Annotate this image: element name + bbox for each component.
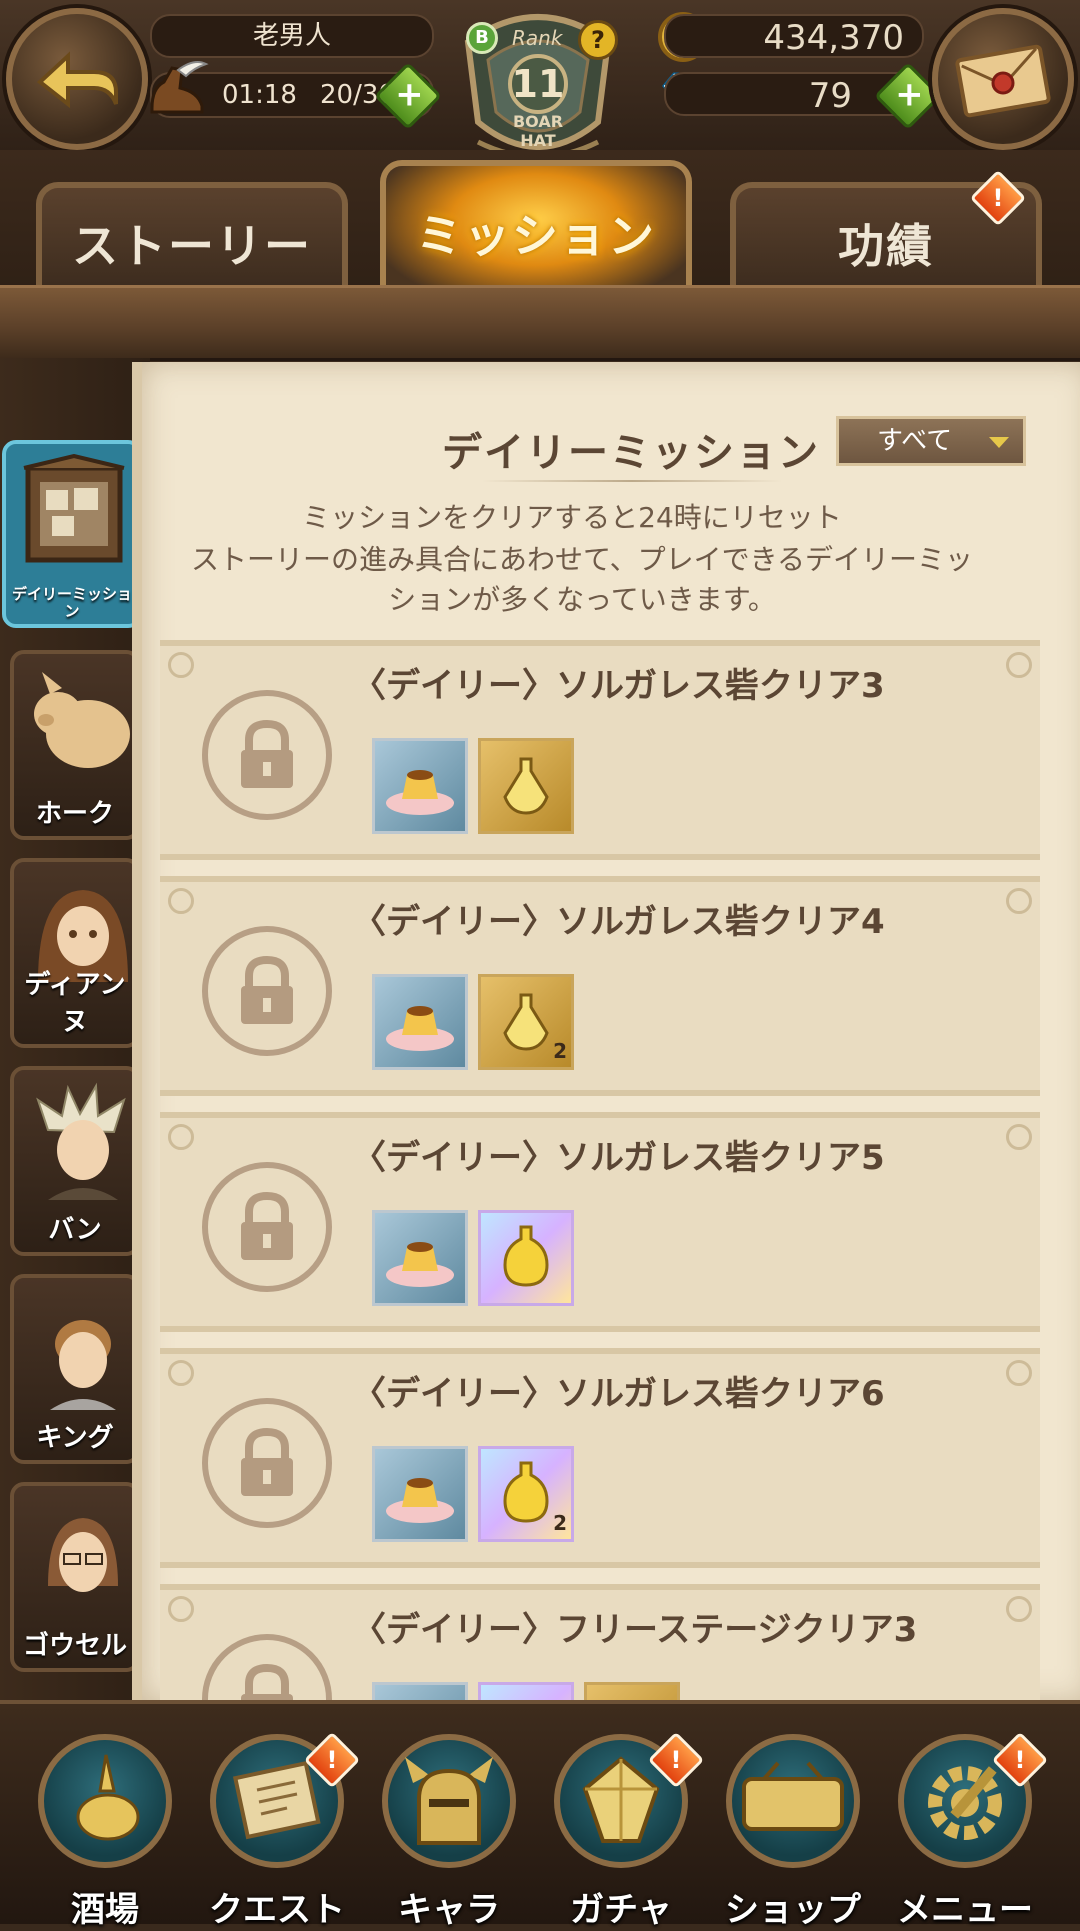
mission-title: 〈デイリー〉ソルガレス砦クリア5 xyxy=(352,1138,885,1178)
pudding-reward-icon[interactable] xyxy=(372,1210,468,1306)
nav-quest[interactable]: ! クエスト xyxy=(202,1731,361,1930)
sidebar-label: キング xyxy=(36,1423,114,1453)
filter-dropdown[interactable]: すべて xyxy=(836,416,1026,466)
rainbow-potion-reward-icon[interactable] xyxy=(478,1210,574,1306)
mission-title: 〈デイリー〉ソルガレス砦クリア4 xyxy=(352,902,885,942)
bottom-navigation: 酒場 ! クエスト キャラ ! ガチャ ショップ ! メニュー xyxy=(0,1700,1080,1930)
nav-label: ショップ xyxy=(725,1890,861,1930)
sidebar-item-king[interactable]: キング xyxy=(10,1274,140,1464)
sidebar-label: ホーク xyxy=(35,799,114,829)
nav-tavern[interactable]: 酒場 xyxy=(30,1734,180,1930)
character-portrait xyxy=(50,1320,116,1410)
pig-portrait xyxy=(34,672,130,768)
rank-emblem[interactable]: Rank 11 BOAR HAT B ? xyxy=(448,2,628,172)
stamina-timer: 01:18 xyxy=(222,80,297,110)
back-arrow-icon xyxy=(36,51,118,109)
panel-description-line1: ミッションをクリアすると24時にリセット xyxy=(302,501,842,534)
sidebar-label: デイリーミッション xyxy=(11,585,132,620)
helmet-icon xyxy=(382,1734,516,1868)
winged-boot-icon xyxy=(150,61,209,114)
rank-label: Rank xyxy=(512,26,563,50)
sidebar-label: ゴウセル xyxy=(22,1631,127,1661)
sidebar-label: ディアンヌ xyxy=(24,970,126,1037)
lock-icon xyxy=(202,1398,332,1528)
nav-characters[interactable]: キャラ xyxy=(374,1734,524,1930)
rainbow-potion-reward-icon[interactable] xyxy=(478,1682,574,1702)
nav-label: クエスト xyxy=(209,1890,345,1930)
sidebar-item-daily-mission[interactable]: デイリーミッション xyxy=(2,440,142,628)
nav-label: キャラ xyxy=(398,1890,500,1930)
panel-title: デイリーミッション xyxy=(442,430,820,476)
nav-menu[interactable]: ! メニュー xyxy=(890,1731,1049,1930)
gold-potion-reward-icon[interactable] xyxy=(478,738,574,834)
rank-b-badge: B xyxy=(466,22,498,54)
rank-value: 11 xyxy=(511,62,565,106)
help-icon[interactable]: ? xyxy=(578,20,618,60)
tavern-icon xyxy=(38,1734,172,1868)
reward-quantity: 2 xyxy=(553,1511,567,1535)
top-status-bar: 老男人 01:18 20/30 + Rank 11 BOAR HAT B ? 4… xyxy=(0,0,1080,160)
pudding-reward-icon[interactable] xyxy=(372,1682,468,1702)
tab-story[interactable]: ストーリー xyxy=(36,182,348,298)
gold-amount: 434,370 xyxy=(664,14,924,58)
title-divider xyxy=(482,480,782,482)
gold-potion-reward-icon[interactable] xyxy=(584,1682,680,1702)
nav-gacha[interactable]: ! ガチャ xyxy=(546,1731,705,1930)
nav-label: 酒場 xyxy=(71,1890,139,1930)
panel-description-line2: ストーリーの進み具合にあわせて、プレイできるデイリーミッションが多くなっていきま… xyxy=(190,543,974,616)
sidebar-item-hawk[interactable]: ホーク xyxy=(10,650,140,840)
rainbow-potion-reward-icon[interactable]: 2 xyxy=(478,1446,574,1542)
lock-icon xyxy=(202,926,332,1056)
reward-quantity: 2 xyxy=(553,1039,567,1063)
tab-mission[interactable]: ミッション xyxy=(380,160,692,300)
mission-card[interactable]: 〈デイリー〉ソルガレス砦クリア6 2 xyxy=(160,1348,1040,1568)
player-name: 老男人 xyxy=(150,14,434,58)
mission-card[interactable]: 〈デイリー〉ソルガレス砦クリア4 2 xyxy=(160,876,1040,1096)
lock-icon xyxy=(202,1634,332,1702)
sidebar-item-diane[interactable]: ディアンヌ xyxy=(10,858,140,1048)
mission-card[interactable]: 〈デイリー〉フリーステージクリア3 xyxy=(160,1584,1040,1702)
filter-label: すべて xyxy=(877,426,953,456)
pudding-reward-icon[interactable] xyxy=(372,1446,468,1542)
character-portrait xyxy=(48,1518,118,1592)
dropdown-triangle-icon xyxy=(989,437,1009,448)
mission-board-icon xyxy=(23,454,125,563)
pudding-reward-icon[interactable] xyxy=(372,974,468,1070)
sidebar-item-ban[interactable]: バン xyxy=(10,1066,140,1256)
mail-button[interactable] xyxy=(932,8,1074,150)
nav-label: ガチャ xyxy=(570,1890,672,1930)
character-portrait xyxy=(36,1082,126,1200)
envelope-icon xyxy=(955,44,1051,118)
pudding-reward-icon[interactable] xyxy=(372,738,468,834)
lock-icon xyxy=(202,690,332,820)
nav-label: メニュー xyxy=(897,1890,1033,1930)
gold-potion-reward-icon[interactable]: 2 xyxy=(478,974,574,1070)
tab-achievements-label: 功績 xyxy=(838,219,934,273)
sidebar-label: バン xyxy=(48,1215,102,1245)
shop-sign-icon xyxy=(726,1734,860,1868)
mission-card[interactable]: 〈デイリー〉ソルガレス砦クリア3 xyxy=(160,640,1040,860)
mission-title: 〈デイリー〉ソルガレス砦クリア3 xyxy=(352,666,885,706)
lock-icon xyxy=(202,1162,332,1292)
back-button[interactable] xyxy=(6,8,148,150)
rank-title: BOAR HAT xyxy=(512,112,564,150)
nav-shop[interactable]: ショップ xyxy=(718,1734,868,1930)
wooden-shelf xyxy=(0,285,1080,361)
mission-card[interactable]: 〈デイリー〉ソルガレス砦クリア5 xyxy=(160,1112,1040,1332)
sidebar-item-gowther[interactable]: ゴウセル xyxy=(10,1482,140,1672)
mission-title: 〈デイリー〉フリーステージクリア3 xyxy=(352,1610,918,1650)
mission-panel: デイリーミッション すべて ミッションをクリアすると24時にリセット ストーリー… xyxy=(132,362,1080,1702)
mission-title: 〈デイリー〉ソルガレス砦クリア6 xyxy=(352,1374,885,1414)
